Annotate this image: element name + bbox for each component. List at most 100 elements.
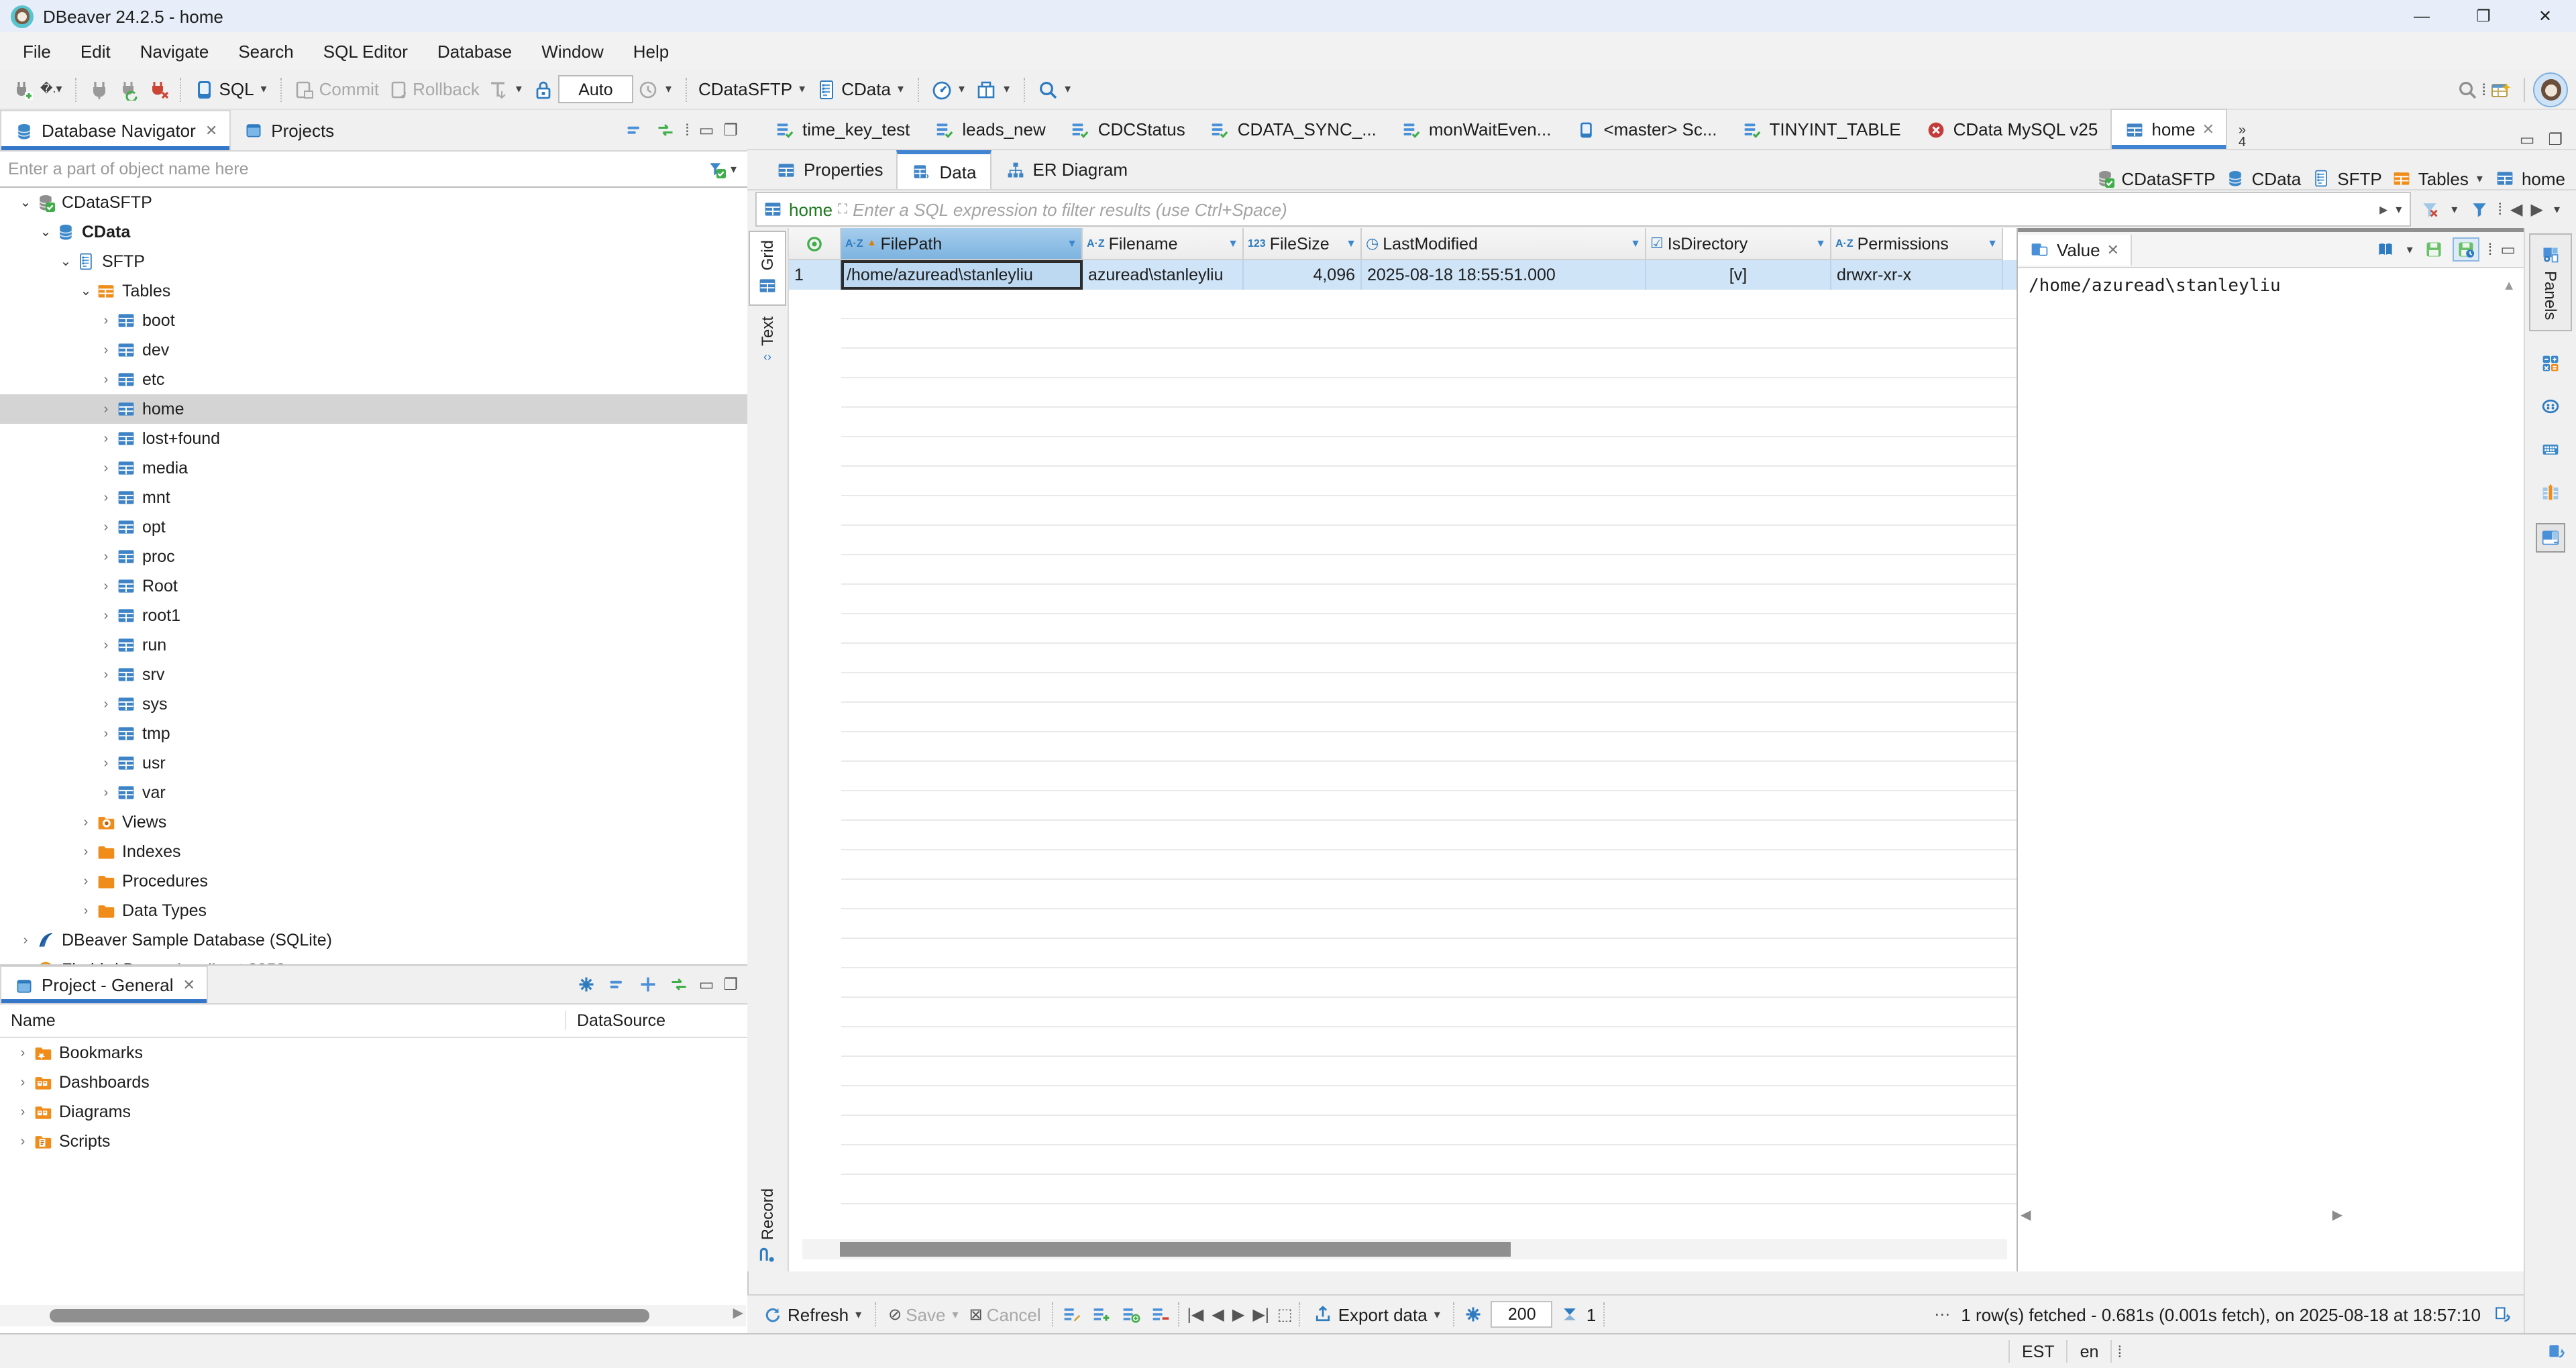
tab-overflow-indicator[interactable]: »4 — [2228, 125, 2257, 149]
maximize-panel-icon[interactable]: ❐ — [723, 121, 738, 139]
tab-text-presentation[interactable]: Text ‹› — [749, 308, 786, 371]
new-connection-button[interactable]: �.▾ — [8, 76, 69, 103]
expand-icon[interactable]: › — [13, 1045, 32, 1060]
column-filter-icon[interactable]: ▼ — [1987, 237, 1998, 249]
tree-item-var[interactable]: ›var — [0, 778, 747, 807]
refresh-button[interactable]: Refresh▾ — [758, 1301, 868, 1328]
expand-icon[interactable]: › — [13, 1134, 32, 1149]
column-header-filepath[interactable]: A·Z▲FilePath▼ — [841, 228, 1083, 260]
expand-icon[interactable]: › — [76, 903, 95, 918]
tree-item-sftp[interactable]: ⌄SFTP — [0, 247, 747, 276]
expand-icon[interactable]: › — [16, 933, 35, 948]
expand-icon[interactable]: › — [97, 490, 115, 505]
dashboard-button[interactable]: ▾ — [926, 76, 971, 103]
nav-dropdown-icon[interactable]: ▾ — [2551, 202, 2563, 217]
close-icon[interactable]: ✕ — [183, 976, 195, 994]
window-minimize-button[interactable]: — — [2391, 0, 2453, 32]
clear-filter-icon[interactable] — [2419, 198, 2440, 220]
tree-item-usr[interactable]: ›usr — [0, 748, 747, 778]
menu-file[interactable]: File — [8, 41, 66, 61]
expand-all-icon[interactable] — [637, 974, 659, 995]
next-row-icon[interactable]: ▶ — [1232, 1305, 1244, 1324]
tab-project-general[interactable]: Project - General✕ — [0, 966, 209, 1003]
expand-icon[interactable]: › — [97, 313, 115, 328]
value-menu-icon[interactable]: ⁞ — [2488, 240, 2493, 259]
tab-projects[interactable]: Projects — [231, 111, 346, 150]
tree-item-data-types[interactable]: ›Data Types — [0, 896, 747, 925]
status-menu-icon[interactable]: ⋯ — [1934, 1305, 1950, 1324]
scroll-right-icon[interactable]: ▶ — [2332, 1208, 2343, 1222]
tree-item-tables[interactable]: ⌄Tables — [0, 276, 747, 306]
minimize-panel-icon[interactable]: ▭ — [699, 975, 714, 994]
save-value-icon[interactable] — [2424, 239, 2445, 260]
connect-button[interactable] — [85, 76, 115, 103]
scroll-left-icon[interactable]: ◀ — [2021, 1208, 2031, 1222]
column-header-name[interactable]: Name — [0, 1011, 566, 1030]
link-editor-icon[interactable] — [654, 119, 676, 141]
virtual-keys-panel-icon[interactable] — [2540, 438, 2561, 459]
column-header-datasource[interactable]: DataSource — [566, 1011, 665, 1030]
expand-icon[interactable]: › — [97, 726, 115, 741]
tree-item-root[interactable]: ›Root — [0, 571, 747, 601]
save-value-auto-icon[interactable] — [2456, 239, 2477, 260]
editor-tab-time-key-test[interactable]: time_key_test — [762, 110, 922, 149]
duplicate-row-icon[interactable] — [1120, 1304, 1142, 1325]
expand-filter-icon[interactable]: ⛶ — [838, 202, 847, 217]
tab-grid-presentation[interactable]: Grid — [749, 231, 786, 305]
toolbar-overflow-handle[interactable]: ⁞ — [2481, 80, 2486, 99]
copy-status-icon[interactable] — [2491, 1304, 2513, 1325]
menu-navigate[interactable]: Navigate — [125, 41, 224, 61]
collapse-icon[interactable]: ⌄ — [36, 225, 55, 239]
expand-icon[interactable]: › — [13, 1104, 32, 1119]
timezone-indicator[interactable]: EST — [2008, 1340, 2068, 1363]
maximize-panel-icon[interactable]: ❐ — [723, 975, 738, 994]
nav-forward-icon[interactable]: ▶ — [2530, 200, 2542, 219]
column-filter-icon[interactable]: ▼ — [1067, 237, 1077, 249]
last-row-icon[interactable]: ▶| — [1252, 1305, 1269, 1324]
expand-icon[interactable]: › — [97, 549, 115, 564]
menu-sql-editor[interactable]: SQL Editor — [309, 41, 423, 61]
close-icon[interactable]: ✕ — [2202, 121, 2214, 138]
add-row-icon[interactable] — [1091, 1304, 1112, 1325]
tree-item-indexes[interactable]: ›Indexes — [0, 837, 747, 866]
tree-item-cdatasftp[interactable]: ⌄CDataSFTP — [0, 188, 747, 217]
expand-icon[interactable]: › — [97, 343, 115, 357]
menu-help[interactable]: Help — [619, 41, 684, 61]
tab-database-navigator[interactable]: Database Navigator✕ — [0, 110, 231, 150]
maximize-editor-icon[interactable]: ❐ — [2548, 130, 2563, 149]
reconnect-button[interactable] — [115, 76, 144, 103]
expand-icon[interactable]: › — [97, 431, 115, 446]
value-viewer-panel-icon[interactable] — [2537, 524, 2564, 551]
expand-icon[interactable]: › — [76, 874, 95, 889]
expand-icon[interactable]: › — [97, 608, 115, 623]
collapse-icon[interactable]: ⌄ — [16, 195, 35, 210]
table-assistant-button[interactable] — [2486, 76, 2516, 103]
subtab-data[interactable]: ‹›Data — [897, 150, 991, 189]
transaction-log-button[interactable]: ▾ — [484, 76, 529, 103]
dictionary-dropdown-icon[interactable]: ▾ — [2404, 242, 2416, 257]
database-selector[interactable]: CData▾ — [812, 76, 910, 103]
commit-button[interactable]: Commit — [290, 76, 384, 103]
prev-row-icon[interactable]: ◀ — [1212, 1305, 1224, 1324]
table-row[interactable]: 1/home/azuread\stanleyliuazuread\stanley… — [789, 260, 2017, 290]
object-filter-input[interactable]: Enter a part of object name here — [8, 160, 706, 178]
project-item-dashboards[interactable]: ›Dashboards — [0, 1068, 747, 1097]
column-header-lastmodified[interactable]: ◷LastModified▼ — [1362, 228, 1646, 260]
expand-icon[interactable]: › — [97, 372, 115, 387]
close-icon[interactable]: ✕ — [2107, 241, 2119, 258]
tree-item-dev[interactable]: ›dev — [0, 335, 747, 365]
column-header-isdirectory[interactable]: ☑IsDirectory▼ — [1646, 228, 1831, 260]
search-dropdown-button[interactable]: ▾ — [1032, 76, 1077, 103]
sql-filter-box[interactable]: home ⛶ Enter a SQL expression to filter … — [755, 192, 2411, 227]
cell-isdirectory[interactable]: [v] — [1646, 260, 1831, 290]
connection-selector[interactable]: CDataSFTP▾ — [694, 76, 812, 102]
column-filter-icon[interactable]: ▼ — [1815, 237, 1826, 249]
minimize-panel-icon[interactable]: ▭ — [699, 121, 714, 139]
cell-permissions[interactable]: drwxr-xr-x — [1831, 260, 2003, 290]
calc-panel-icon[interactable] — [2540, 352, 2561, 374]
export-data-button[interactable]: Export data▾ — [1309, 1301, 1447, 1328]
clear-filter-dropdown-icon[interactable]: ▾ — [2449, 202, 2460, 217]
minimize-editor-icon[interactable]: ▭ — [2520, 130, 2535, 149]
scrollbar-thumb[interactable] — [840, 1242, 1511, 1257]
tree-item-cdata[interactable]: ⌄CData — [0, 217, 747, 247]
